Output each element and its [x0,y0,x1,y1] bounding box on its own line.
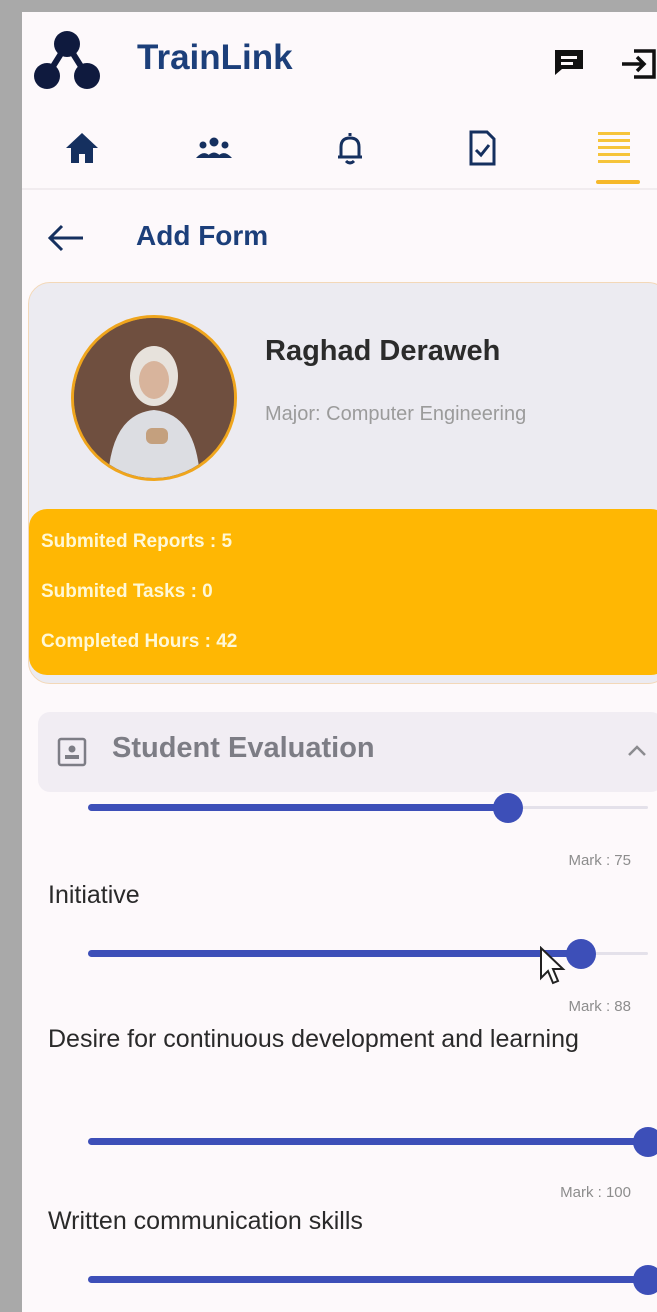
slider-fill [88,950,581,957]
student-name: Raghad Deraweh [265,335,501,367]
chat-icon[interactable] [552,47,586,77]
header-divider [22,188,657,190]
criterion-label-continuous-development: Desire for continuous development and le… [48,1025,579,1053]
submitted-reports-stat: Submited Reports : 5 [41,531,233,552]
bell-icon[interactable] [330,128,370,168]
app-screen: TrainLink Add Form Raghad Deraweh Major:… [22,12,657,1312]
slider-thumb[interactable] [493,793,523,823]
previous-criterion-slider[interactable] [88,788,648,828]
continuous-development-slider[interactable] [88,1122,657,1162]
app-bar: TrainLink [22,12,657,187]
slider-fill [88,1138,648,1145]
page-header: Add Form [22,202,657,272]
slider-fill [88,1276,648,1283]
student-avatar [71,315,237,481]
page-title: Add Form [136,220,269,251]
back-arrow-icon[interactable] [46,222,86,254]
student-evaluation-accordion-header[interactable]: Student Evaluation [38,712,657,792]
menu-icon[interactable] [594,128,634,168]
active-tab-indicator [596,180,640,184]
document-check-icon[interactable] [462,128,502,168]
submitted-tasks-stat: Submited Tasks : 0 [41,581,213,602]
student-profile-card: Raghad Deraweh Major: Computer Engineeri… [28,282,657,684]
app-title: TrainLink [137,38,293,77]
people-icon[interactable] [194,128,234,168]
logout-icon[interactable] [620,48,657,80]
accordion-title: Student Evaluation [112,732,375,764]
student-stats-panel: Submited Reports : 5 Submited Tasks : 0 … [29,509,657,675]
chevron-up-icon[interactable] [624,738,650,764]
criterion-label-written-communication: Written communication skills [48,1207,363,1235]
criterion-label-initiative: Initiative [48,881,140,909]
continuous-development-mark: Mark : 100 [560,1184,631,1201]
initiative-mark: Mark : 88 [568,998,631,1015]
contact-card-icon [57,737,87,767]
trainlink-logo-icon [34,31,100,89]
home-icon[interactable] [62,128,102,168]
slider-thumb[interactable] [633,1127,657,1157]
mouse-cursor-icon [540,946,566,985]
slider-fill [88,804,508,811]
written-communication-slider[interactable] [88,1260,657,1300]
slider-thumb[interactable] [633,1265,657,1295]
previous-criterion-mark: Mark : 75 [568,852,631,869]
completed-hours-stat: Completed Hours : 42 [41,631,238,652]
student-major: Major: Computer Engineering [265,403,527,425]
